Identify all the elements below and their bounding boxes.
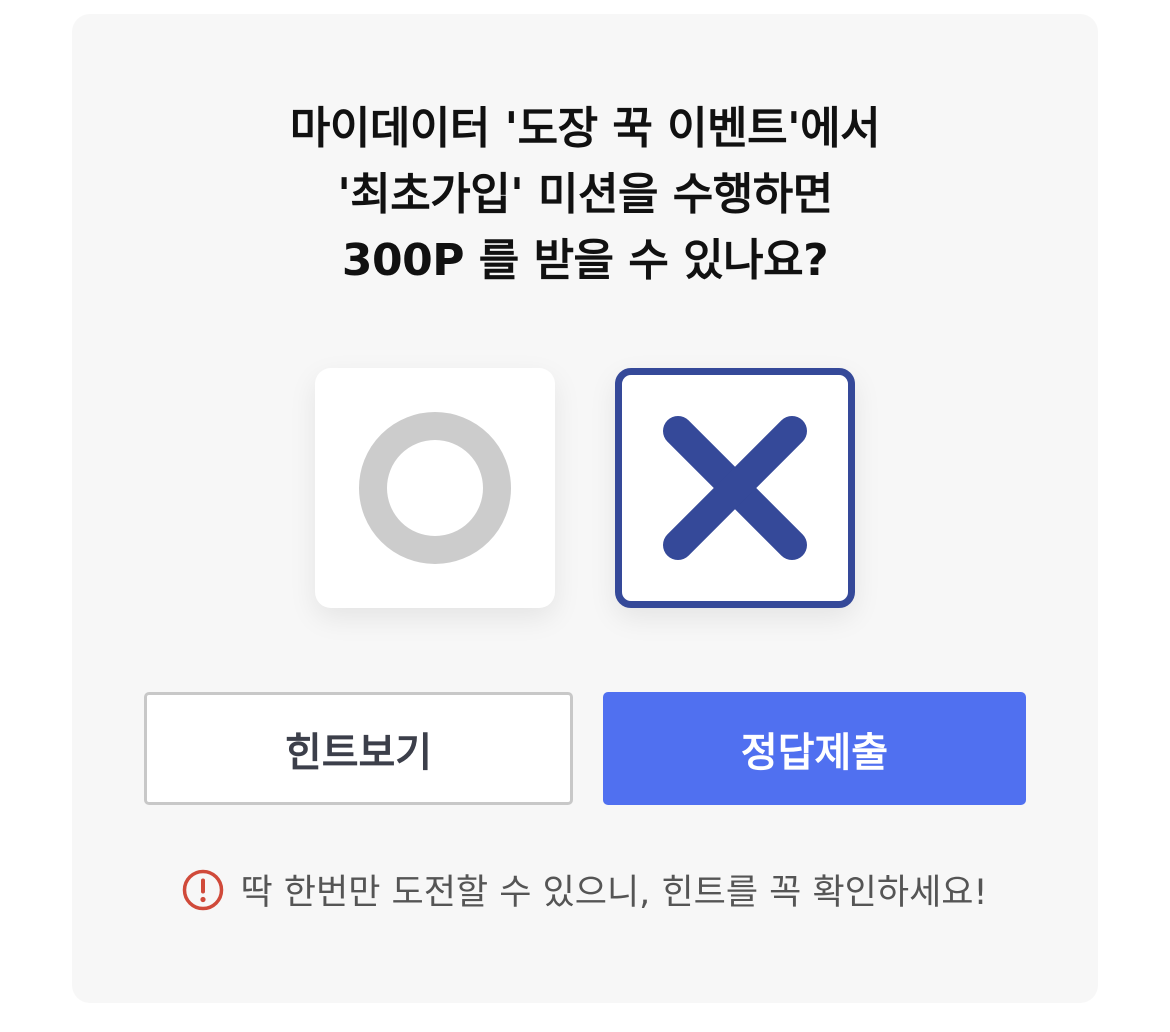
exclamation-circle-icon — [183, 869, 224, 910]
notice-text: 딱 한번만 도전할 수 있으니, 힌트를 꼭 확인하세요! — [240, 873, 988, 913]
option-x-button[interactable] — [615, 368, 855, 608]
question-line-3: 300P 를 받을 수 있나요? — [341, 235, 829, 286]
option-o-button[interactable] — [315, 368, 555, 608]
hint-button[interactable]: 힌트보기 — [144, 692, 573, 805]
question-line-2: '최초가입' 미션을 수행하면 — [337, 169, 833, 220]
cross-x-icon — [663, 416, 807, 560]
submit-answer-button[interactable]: 정답제출 — [603, 692, 1026, 805]
question-text: 마이데이터 '도장 꾹 이벤트'에서 '최초가입' 미션을 수행하면 300P … — [72, 96, 1098, 294]
question-line-1: 마이데이터 '도장 꾹 이벤트'에서 — [289, 103, 881, 154]
quiz-card: 마이데이터 '도장 꾹 이벤트'에서 '최초가입' 미션을 수행하면 300P … — [72, 14, 1098, 1003]
circle-o-icon — [359, 412, 511, 564]
notice: 딱 한번만 도전할 수 있으니, 힌트를 꼭 확인하세요! — [72, 864, 1098, 915]
